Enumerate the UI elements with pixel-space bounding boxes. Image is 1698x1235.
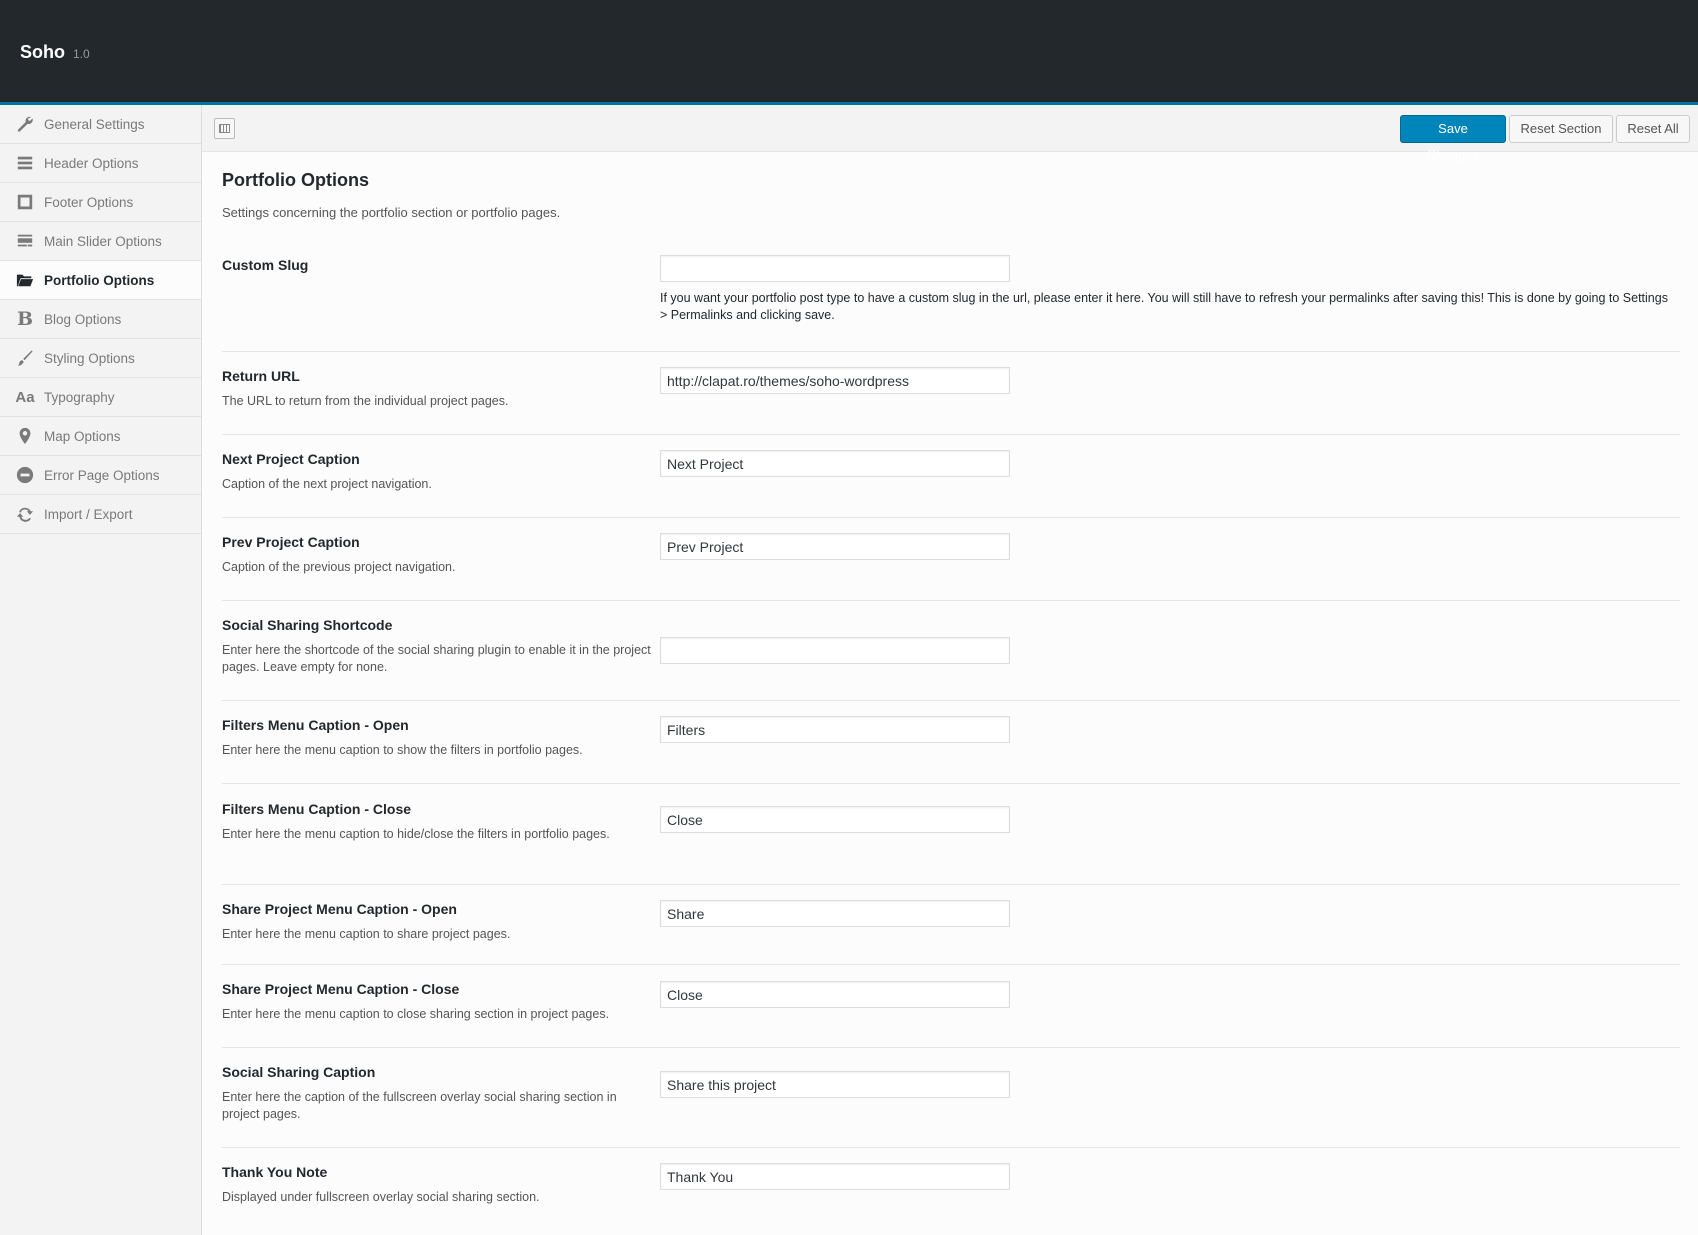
sidebar-item-label: Portfolio Options (44, 272, 155, 288)
prev-project-caption-input[interactable] (660, 533, 1010, 560)
options-panel: Save Changes Reset Section Reset All Por… (202, 105, 1698, 1235)
sidebar-item-map-options[interactable]: Map Options (0, 417, 201, 456)
field-label: Custom Slug (222, 257, 309, 273)
sidebar-item-portfolio-options[interactable]: Portfolio Options (0, 261, 201, 300)
sidebar-item-label: Error Page Options (44, 467, 160, 483)
field-label: Social Sharing Caption (222, 1064, 376, 1080)
field-label: Share Project Menu Caption - Open (222, 901, 457, 917)
expand-toggle-icon[interactable] (214, 118, 235, 139)
admin-header: Soho 1.0 (0, 0, 1698, 105)
share-open-caption-input[interactable] (660, 900, 1010, 927)
options-sidebar: General Settings Header Options Footer O… (0, 105, 202, 1235)
sidebar-item-label: Import / Export (44, 506, 133, 522)
brush-icon (14, 348, 36, 368)
wrench-icon (14, 114, 36, 134)
filters-open-caption-input[interactable] (660, 716, 1010, 743)
field-label: Prev Project Caption (222, 534, 360, 550)
sidebar-item-label: Styling Options (44, 350, 135, 366)
folder-open-icon (14, 270, 36, 290)
field-row-next-project-caption: Next Project Caption Caption of the next… (222, 450, 1680, 518)
sidebar-item-styling-options[interactable]: Styling Options (0, 339, 201, 378)
field-label: Social Sharing Shortcode (222, 617, 393, 633)
minus-circle-icon (14, 465, 36, 485)
sidebar-item-typography[interactable]: Aa Typography (0, 378, 201, 417)
field-help: Enter here the menu caption to close sha… (222, 1007, 610, 1021)
field-label: Thank You Note (222, 1164, 328, 1180)
sidebar-item-label: Typography (44, 389, 115, 405)
social-sharing-caption-input[interactable] (660, 1071, 1010, 1098)
field-help: Enter here the caption of the fullscreen… (222, 1090, 617, 1121)
sidebar-item-label: Blog Options (44, 311, 122, 327)
field-row-prev-project-caption: Prev Project Caption Caption of the prev… (222, 533, 1680, 601)
field-help: The URL to return from the individual pr… (222, 394, 509, 408)
field-label: Share Project Menu Caption - Close (222, 981, 460, 997)
sidebar-item-blog-options[interactable]: B Blog Options (0, 300, 201, 339)
sidebar-item-label: Main Slider Options (44, 233, 162, 249)
social-sharing-shortcode-input[interactable] (660, 637, 1010, 664)
font-aa-icon: Aa (15, 388, 35, 406)
theme-brand: Soho 1.0 (20, 42, 90, 63)
section-description: Settings concerning the portfolio sectio… (222, 205, 561, 220)
field-label: Filters Menu Caption - Open (222, 717, 409, 733)
field-row-filters-close: Filters Menu Caption - Close Enter here … (222, 801, 1680, 885)
sidebar-item-label: Map Options (44, 428, 121, 444)
options-toolbar: Save Changes Reset Section Reset All (202, 105, 1698, 162)
theme-version: 1.0 (73, 47, 90, 61)
field-help: Enter here the menu caption to show the … (222, 743, 583, 757)
field-help: Displayed under fullscreen overlay socia… (222, 1190, 540, 1204)
sidebar-item-label: Footer Options (44, 194, 134, 210)
field-help: Enter here the menu caption to share pro… (222, 927, 511, 941)
field-row-share-open: Share Project Menu Caption - Open Enter … (222, 900, 1680, 965)
sidebar-item-main-slider-options[interactable]: Main Slider Options (0, 222, 201, 261)
field-row-filters-open: Filters Menu Caption - Open Enter here t… (222, 716, 1680, 784)
sidebar-item-label: Header Options (44, 155, 139, 171)
filters-close-caption-input[interactable] (660, 806, 1010, 833)
share-close-caption-input[interactable] (660, 981, 1010, 1008)
custom-slug-input[interactable] (660, 255, 1010, 282)
sidebar-item-import-export[interactable]: Import / Export (0, 495, 201, 534)
field-row-share-close: Share Project Menu Caption - Close Enter… (222, 981, 1680, 1048)
thank-you-note-input[interactable] (660, 1163, 1010, 1190)
reset-section-button[interactable]: Reset Section (1509, 115, 1613, 143)
sidebar-item-general-settings[interactable]: General Settings (0, 105, 201, 144)
field-label: Next Project Caption (222, 451, 360, 467)
sidebar-item-header-options[interactable]: Header Options (0, 144, 201, 183)
refresh-icon (14, 504, 36, 524)
sidebar-item-label: General Settings (44, 116, 145, 132)
field-label: Filters Menu Caption - Close (222, 801, 412, 817)
field-row-custom-slug: Custom Slug If you want your portfolio p… (222, 255, 1680, 352)
field-row-return-url: Return URL The URL to return from the in… (222, 367, 1680, 435)
field-row-social-sharing-caption: Social Sharing Caption Enter here the ca… (222, 1064, 1680, 1148)
sidebar-item-error-page-options[interactable]: Error Page Options (0, 456, 201, 495)
field-help: Caption of the next project navigation. (222, 477, 432, 491)
square-outline-icon (14, 192, 36, 212)
sidebar-item-footer-options[interactable]: Footer Options (0, 183, 201, 222)
slider-icon (14, 231, 36, 251)
save-changes-button[interactable]: Save Changes (1400, 115, 1506, 162)
field-row-social-sharing-shortcode: Social Sharing Shortcode Enter here the … (222, 617, 1680, 701)
field-label: Return URL (222, 368, 300, 384)
field-help: Enter here the menu caption to hide/clos… (222, 827, 610, 841)
field-row-thank-you-note: Thank You Note Displayed under fullscree… (222, 1163, 1680, 1228)
field-description: If you want your portfolio post type to … (660, 291, 1668, 322)
menu-bars-icon (14, 153, 36, 173)
field-help: Caption of the previous project navigati… (222, 560, 456, 574)
field-help: Enter here the shortcode of the social s… (222, 643, 651, 674)
bold-b-icon: B (16, 308, 34, 330)
return-url-input[interactable] (660, 367, 1010, 394)
next-project-caption-input[interactable] (660, 450, 1010, 477)
reset-all-button[interactable]: Reset All (1616, 115, 1690, 143)
map-marker-icon (14, 426, 36, 446)
theme-title: Soho (20, 42, 65, 62)
section-title: Portfolio Options (222, 170, 369, 190)
